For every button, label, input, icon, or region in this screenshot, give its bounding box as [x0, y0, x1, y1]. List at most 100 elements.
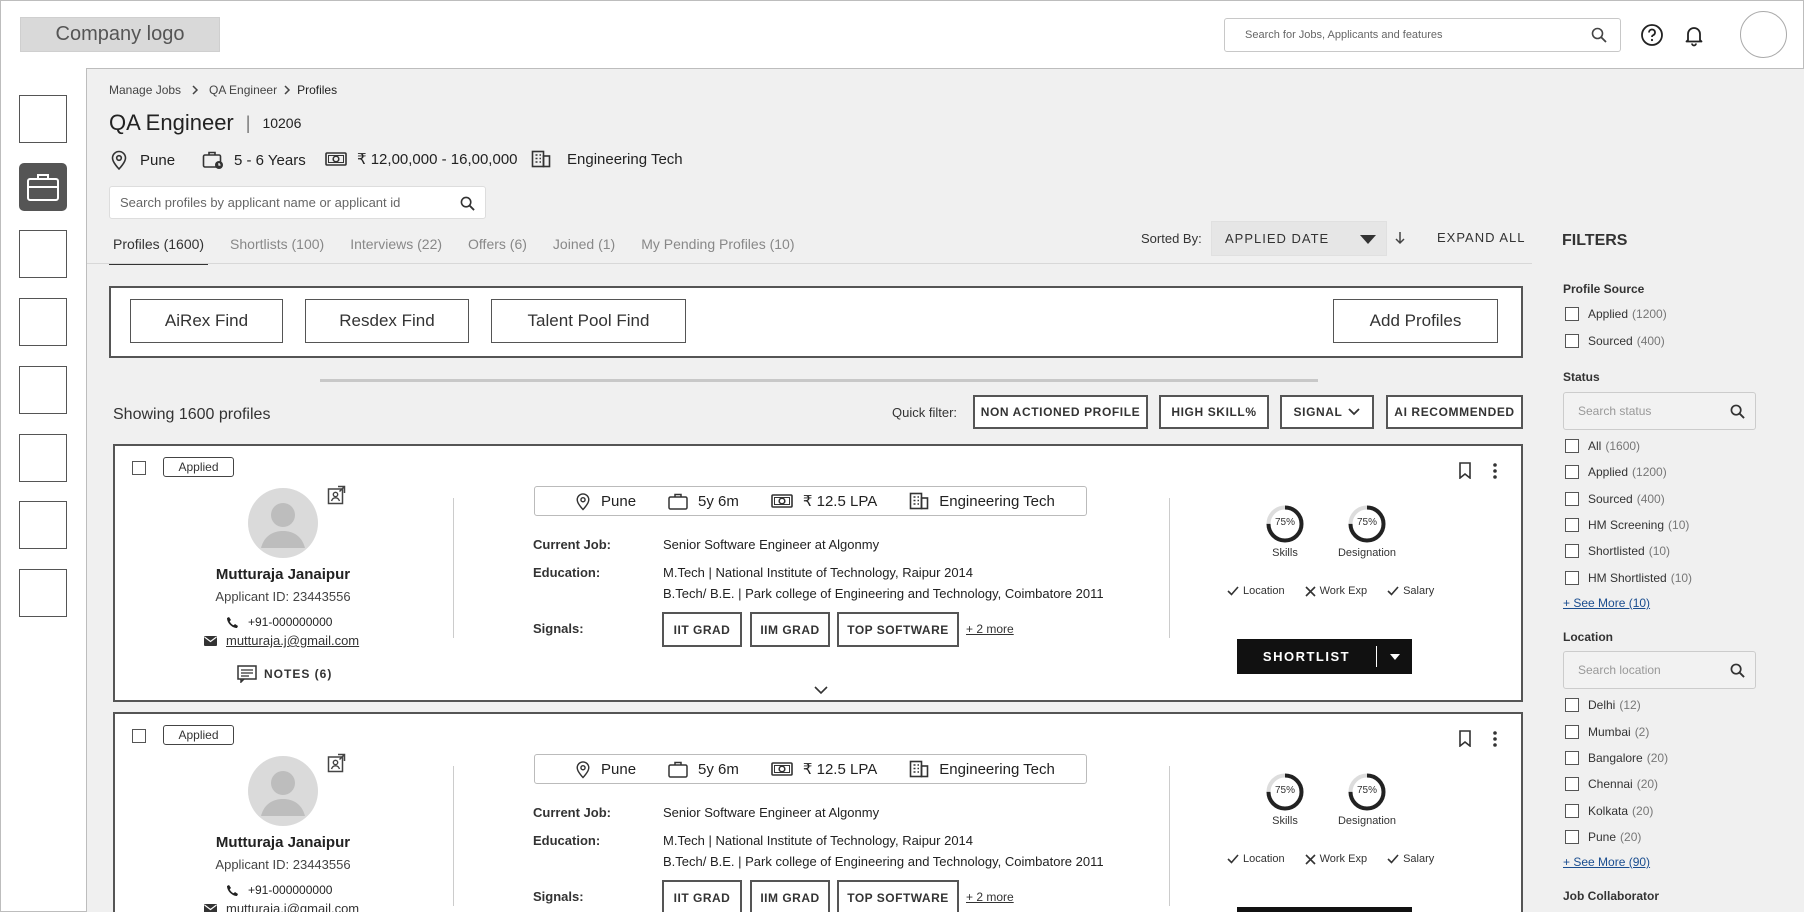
expand-all-button[interactable]: EXPAND ALL — [1437, 230, 1526, 245]
filter-option[interactable]: Shortlisted (10) — [1565, 544, 1670, 558]
status-see-more-link[interactable]: + See More (10) — [1563, 596, 1650, 610]
briefcase-icon — [668, 493, 688, 510]
tab-offers[interactable]: Offers (6) — [464, 232, 531, 265]
profile-search-input[interactable] — [120, 187, 440, 218]
sidebar-item-7[interactable] — [19, 501, 67, 549]
designation-label: Designation — [1337, 547, 1397, 559]
add-profiles-button[interactable]: Add Profiles — [1333, 299, 1498, 343]
find-actions-bar: AiRex Find Resdex Find Talent Pool Find … — [109, 286, 1523, 358]
tab-joined[interactable]: Joined (1) — [549, 232, 619, 265]
sidebar-item-6[interactable] — [19, 434, 67, 482]
filter-option[interactable]: Kolkata (20) — [1565, 804, 1653, 818]
talent-pool-find-button[interactable]: Talent Pool Find — [491, 299, 686, 343]
open-profile-icon[interactable] — [327, 753, 346, 773]
applicant-id: Applicant ID: 23443556 — [215, 857, 351, 872]
shortlist-button[interactable]: SHORTLIST — [1237, 639, 1412, 674]
filter-checkbox[interactable] — [1565, 830, 1579, 844]
status-search[interactable] — [1563, 392, 1756, 430]
filter-option[interactable]: Sourced (400) — [1565, 334, 1665, 348]
filter-checkbox[interactable] — [1565, 571, 1579, 585]
filter-checkbox[interactable] — [1565, 544, 1579, 558]
quick-filter-high-skill[interactable]: HIGH SKILL% — [1159, 395, 1269, 429]
filter-option[interactable]: HM Screening (10) — [1565, 518, 1689, 532]
sidebar-item-8[interactable] — [19, 569, 67, 617]
applicant-name[interactable]: Mutturaja Janaipur — [163, 834, 403, 851]
filter-checkbox[interactable] — [1565, 698, 1579, 712]
filter-option[interactable]: Sourced (400) — [1565, 492, 1665, 506]
filter-checkbox[interactable] — [1565, 492, 1579, 506]
expand-card-chevron-icon[interactable] — [814, 686, 828, 695]
filter-option[interactable]: Delhi (12) — [1565, 698, 1641, 712]
shortlist-options-caret-icon[interactable] — [1377, 653, 1412, 660]
sidebar-item-4[interactable] — [19, 298, 67, 346]
breadcrumb-manage-jobs[interactable]: Manage Jobs — [109, 83, 181, 97]
filter-option[interactable]: Applied (1200) — [1565, 465, 1667, 479]
company-logo[interactable]: Company logo — [20, 17, 220, 52]
candidate-experience: 5y 6m — [698, 760, 739, 778]
quick-filter-signal[interactable]: SIGNAL — [1280, 395, 1374, 429]
global-search[interactable] — [1224, 18, 1621, 52]
global-search-input[interactable] — [1245, 19, 1575, 51]
tab-my-pending-profiles[interactable]: My Pending Profiles (10) — [637, 232, 798, 265]
profile-search[interactable] — [109, 186, 486, 219]
sidebar-item-1[interactable] — [19, 95, 67, 143]
filter-option[interactable]: Bangalore (20) — [1565, 751, 1668, 765]
tab-shortlists[interactable]: Shortlists (100) — [226, 232, 328, 265]
sidebar-item-3[interactable] — [19, 230, 67, 278]
filter-option[interactable]: HM Shortlisted (10) — [1565, 571, 1692, 585]
sort-direction-arrow-icon[interactable] — [1394, 231, 1406, 245]
tab-interviews[interactable]: Interviews (22) — [346, 232, 446, 265]
filter-option[interactable]: Mumbai (2) — [1565, 725, 1649, 739]
location-see-more-link[interactable]: + See More (90) — [1563, 855, 1650, 869]
breadcrumb-qa-engineer[interactable]: QA Engineer — [209, 83, 277, 97]
signal-tag: TOP SOFTWARE — [837, 880, 959, 912]
filter-checkbox[interactable] — [1565, 518, 1579, 532]
check-icon — [1227, 854, 1239, 864]
filter-option[interactable]: Applied (1200) — [1565, 307, 1667, 321]
quick-filter-non-actioned[interactable]: NON ACTIONED PROFILE — [973, 395, 1148, 429]
shortlist-button[interactable] — [1237, 907, 1412, 912]
select-profile-checkbox[interactable] — [132, 461, 146, 475]
sidebar-item-5[interactable] — [19, 366, 67, 414]
airex-find-button[interactable]: AiRex Find — [130, 299, 283, 343]
location-search[interactable] — [1563, 651, 1756, 689]
more-options-icon[interactable] — [1493, 463, 1497, 479]
horizontal-scrollbar[interactable] — [320, 379, 1318, 382]
resdex-find-button[interactable]: Resdex Find — [305, 299, 469, 343]
applicant-name[interactable]: Mutturaja Janaipur — [163, 566, 403, 583]
bookmark-icon[interactable] — [1458, 730, 1472, 747]
filter-option[interactable]: Pune (20) — [1565, 830, 1641, 844]
filter-checkbox[interactable] — [1565, 334, 1579, 348]
filter-option[interactable]: Chennai (20) — [1565, 777, 1658, 791]
skills-label: Skills — [1272, 547, 1298, 559]
more-options-icon[interactable] — [1493, 731, 1497, 747]
filter-checkbox[interactable] — [1565, 725, 1579, 739]
filter-checkbox[interactable] — [1565, 804, 1579, 818]
tab-profiles[interactable]: Profiles (1600) — [109, 232, 209, 265]
notes-button[interactable]: NOTES (6) — [237, 665, 332, 683]
filter-checkbox[interactable] — [1565, 751, 1579, 765]
search-icon[interactable] — [1730, 404, 1745, 419]
sidebar-item-jobs[interactable] — [19, 163, 67, 211]
location-search-input[interactable] — [1578, 652, 1718, 688]
more-signals-link[interactable]: + 2 more — [966, 622, 1014, 636]
search-icon[interactable] — [460, 196, 475, 211]
filter-checkbox[interactable] — [1565, 777, 1579, 791]
open-profile-icon[interactable] — [327, 485, 346, 505]
status-search-input[interactable] — [1578, 393, 1718, 429]
profile-tabs: Profiles (1600) Shortlists (100) Intervi… — [109, 232, 817, 265]
filter-checkbox[interactable] — [1565, 439, 1579, 453]
filter-option[interactable]: All (1600) — [1565, 439, 1640, 453]
search-icon[interactable] — [1730, 663, 1745, 678]
notification-bell-icon[interactable] — [1682, 23, 1706, 47]
sort-dropdown[interactable]: APPLIED DATE — [1211, 221, 1387, 256]
quick-filter-ai-recommended[interactable]: AI RECOMMENDED — [1386, 395, 1523, 429]
filter-checkbox[interactable] — [1565, 307, 1579, 321]
help-icon[interactable] — [1640, 23, 1664, 47]
bookmark-icon[interactable] — [1458, 462, 1472, 479]
search-icon[interactable] — [1591, 27, 1607, 43]
more-signals-link[interactable]: + 2 more — [966, 890, 1014, 904]
filter-checkbox[interactable] — [1565, 465, 1579, 479]
select-profile-checkbox[interactable] — [132, 729, 146, 743]
user-avatar[interactable] — [1740, 11, 1787, 58]
